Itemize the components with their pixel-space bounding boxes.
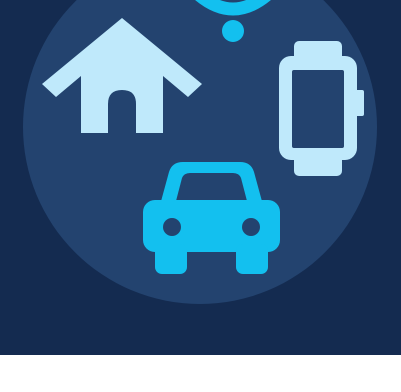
smartwatch-icon — [279, 41, 364, 176]
caption-area — [0, 355, 401, 392]
illustration-card — [0, 0, 401, 392]
connected-devices-illustration — [0, 0, 401, 355]
illustration-canvas — [23, 0, 377, 304]
